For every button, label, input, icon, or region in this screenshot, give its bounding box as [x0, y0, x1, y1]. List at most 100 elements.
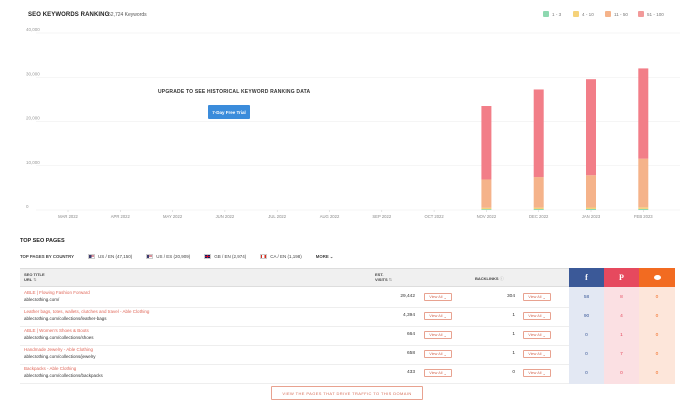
pinterest-shares: 4 — [604, 306, 639, 327]
x-tick-label: APR 2022 — [111, 214, 131, 219]
bar-segment — [533, 89, 544, 178]
bar-segment — [481, 209, 492, 210]
country-tab-gb-en[interactable]: GB / EN (2,974) — [204, 254, 246, 259]
facebook-shares: 0 — [569, 325, 604, 346]
pinterest-icon: P — [619, 273, 624, 282]
facebook-column-header[interactable]: f — [569, 268, 604, 287]
page-title-link[interactable]: Handmade Jewelry - Able Clothing — [24, 347, 93, 352]
pinterest-column-header[interactable]: P — [604, 268, 639, 287]
seo-title-header[interactable]: SEO TITLE URL ⇅ — [24, 272, 45, 282]
bar-segment — [481, 106, 492, 180]
facebook-shares: 90 — [569, 306, 604, 327]
y-tick-label: 10,000 — [26, 160, 40, 165]
bar-segment — [533, 177, 544, 208]
reddit-shares: 0 — [639, 344, 675, 365]
x-tick-label: JUN 2022 — [216, 214, 235, 219]
page-url: ablecIothing.com/collections/jewelry — [24, 354, 96, 359]
country-tab-us-es[interactable]: US / ES (20,909) — [146, 254, 190, 259]
reddit-shares: 0 — [639, 306, 675, 327]
ca-flag-icon — [260, 254, 268, 259]
visits-view-all-button[interactable]: View All ⌄ — [424, 293, 452, 301]
backlinks-view-all-button[interactable]: View All ⌄ — [523, 350, 551, 358]
view-all-label: View All — [429, 352, 443, 356]
visits-view-all-button[interactable]: View All ⌄ — [424, 369, 452, 377]
page-title-link[interactable]: Backpacks - Able Clothing — [24, 366, 76, 371]
view-all-label: View All — [429, 333, 443, 337]
sort-icon: ⇅ — [388, 277, 393, 282]
backlinks-value: 0 — [512, 370, 515, 375]
visits-view-all-button[interactable]: View All ⌄ — [424, 312, 452, 320]
visits-view-all-button[interactable]: View All ⌄ — [424, 350, 452, 358]
page-url: ablecIothing.com/collections/shoes — [24, 335, 94, 340]
view-all-label: View All — [429, 371, 443, 375]
y-tick-label: 40,000 — [26, 27, 40, 32]
country-filter-label: TOP PAGES BY COUNTRY — [20, 254, 74, 259]
view-all-label: View All — [528, 352, 542, 356]
chevron-down-icon: ⌄ — [542, 295, 546, 300]
country-tab-ca-en[interactable]: CA / EN (1,198) — [260, 254, 302, 259]
chevron-down-icon: ⌄ — [443, 352, 447, 357]
pinterest-shares: 0 — [604, 363, 639, 384]
reddit-column-header[interactable] — [639, 268, 675, 287]
bar-segment — [586, 175, 596, 208]
page-title-link[interactable]: Leather bags, totes, wallets, clutches a… — [24, 309, 149, 314]
reddit-shares: 0 — [639, 287, 675, 308]
backlinks-header[interactable]: BACKLINKS ⓘ — [475, 276, 504, 281]
bar-segment — [586, 208, 596, 210]
free-trial-button[interactable]: 7-Day Free Trial — [208, 105, 250, 119]
gb-flag-icon — [204, 254, 212, 259]
facebook-shares: 58 — [569, 287, 604, 308]
x-tick-label: JUL 2022 — [268, 214, 286, 219]
est-visits-header[interactable]: EST. VISITS ⇅ — [375, 272, 392, 282]
chevron-down-icon: ⌄ — [329, 254, 334, 259]
chevron-down-icon: ⌄ — [443, 333, 447, 338]
est-visits-value: 433 — [406, 370, 415, 375]
table-row: ABLE | Women's Shoes & Boots ablecIothin… — [20, 325, 675, 346]
page-title-link[interactable]: ABLE | Women's Shoes & Boots — [24, 328, 89, 333]
table-row: Handmade Jewelry - Able Clothing ablecIo… — [20, 344, 675, 365]
bar-segment — [481, 179, 492, 208]
bar-segment — [586, 207, 596, 209]
backlinks-value: 304 — [506, 294, 515, 299]
more-label: MORE — [315, 254, 329, 259]
est-visits-value: 664 — [406, 332, 415, 337]
us-flag-icon — [87, 254, 95, 259]
country-filter-bar: TOP PAGES BY COUNTRY US / EN (47,150) US… — [20, 254, 333, 259]
keyword-ranking-panel: SEO KEYWORDS RANKING 52,724 Keywords 1 -… — [0, 0, 700, 228]
y-tick-label: 20,000 — [26, 116, 40, 121]
backlinks-value: 1 — [512, 313, 515, 318]
backlinks-view-all-button[interactable]: View All ⌄ — [523, 293, 551, 301]
view-traffic-pages-button[interactable]: VIEW THE PAGES THAT DRIVE TRAFFIC TO THI… — [271, 386, 423, 400]
country-label: US / EN (47,150) — [97, 254, 133, 259]
facebook-shares: 0 — [569, 344, 604, 365]
bar-segment — [638, 207, 649, 209]
pinterest-shares: 7 — [604, 344, 639, 365]
x-tick-label: DEC 2022 — [529, 214, 549, 219]
reddit-shares: 0 — [639, 325, 675, 346]
country-label: GB / EN (2,974) — [214, 254, 247, 259]
page-title-link[interactable]: ABLE | Flowing Fashion Forward — [24, 290, 90, 295]
backlinks-view-all-button[interactable]: View All ⌄ — [523, 312, 551, 320]
backlinks-view-all-button[interactable]: View All ⌄ — [523, 369, 551, 377]
page-url: ablecIothing.com/collections/leather-bag… — [24, 316, 107, 321]
x-tick-label: MAR 2022 — [58, 214, 78, 219]
more-countries-dropdown[interactable]: MORE ⌄ — [316, 254, 333, 259]
backlinks-value: 1 — [512, 332, 515, 337]
table-row: ABLE | Flowing Fashion Forward ablecIoth… — [20, 287, 675, 308]
view-all-label: View All — [528, 333, 542, 337]
backlinks-view-all-button[interactable]: View All ⌄ — [523, 331, 551, 339]
chevron-down-icon: ⌄ — [542, 371, 546, 376]
bar-segment — [533, 209, 544, 210]
est-visits-value: 4,394 — [402, 313, 415, 318]
country-label: CA / EN (1,198) — [270, 254, 302, 259]
url-label: URL — [24, 277, 33, 282]
country-tab-us-en[interactable]: US / EN (47,150) — [87, 254, 133, 259]
bar-segment — [638, 208, 649, 210]
visits-view-all-button[interactable]: View All ⌄ — [424, 331, 452, 339]
country-label: US / ES (20,909) — [156, 254, 191, 259]
chevron-down-icon: ⌄ — [443, 371, 447, 376]
reddit-shares: 0 — [639, 363, 675, 384]
bar-segment — [638, 158, 649, 208]
page-url: ablecIothing.com/collections/backpacks — [24, 373, 103, 378]
view-all-label: View All — [429, 314, 443, 318]
